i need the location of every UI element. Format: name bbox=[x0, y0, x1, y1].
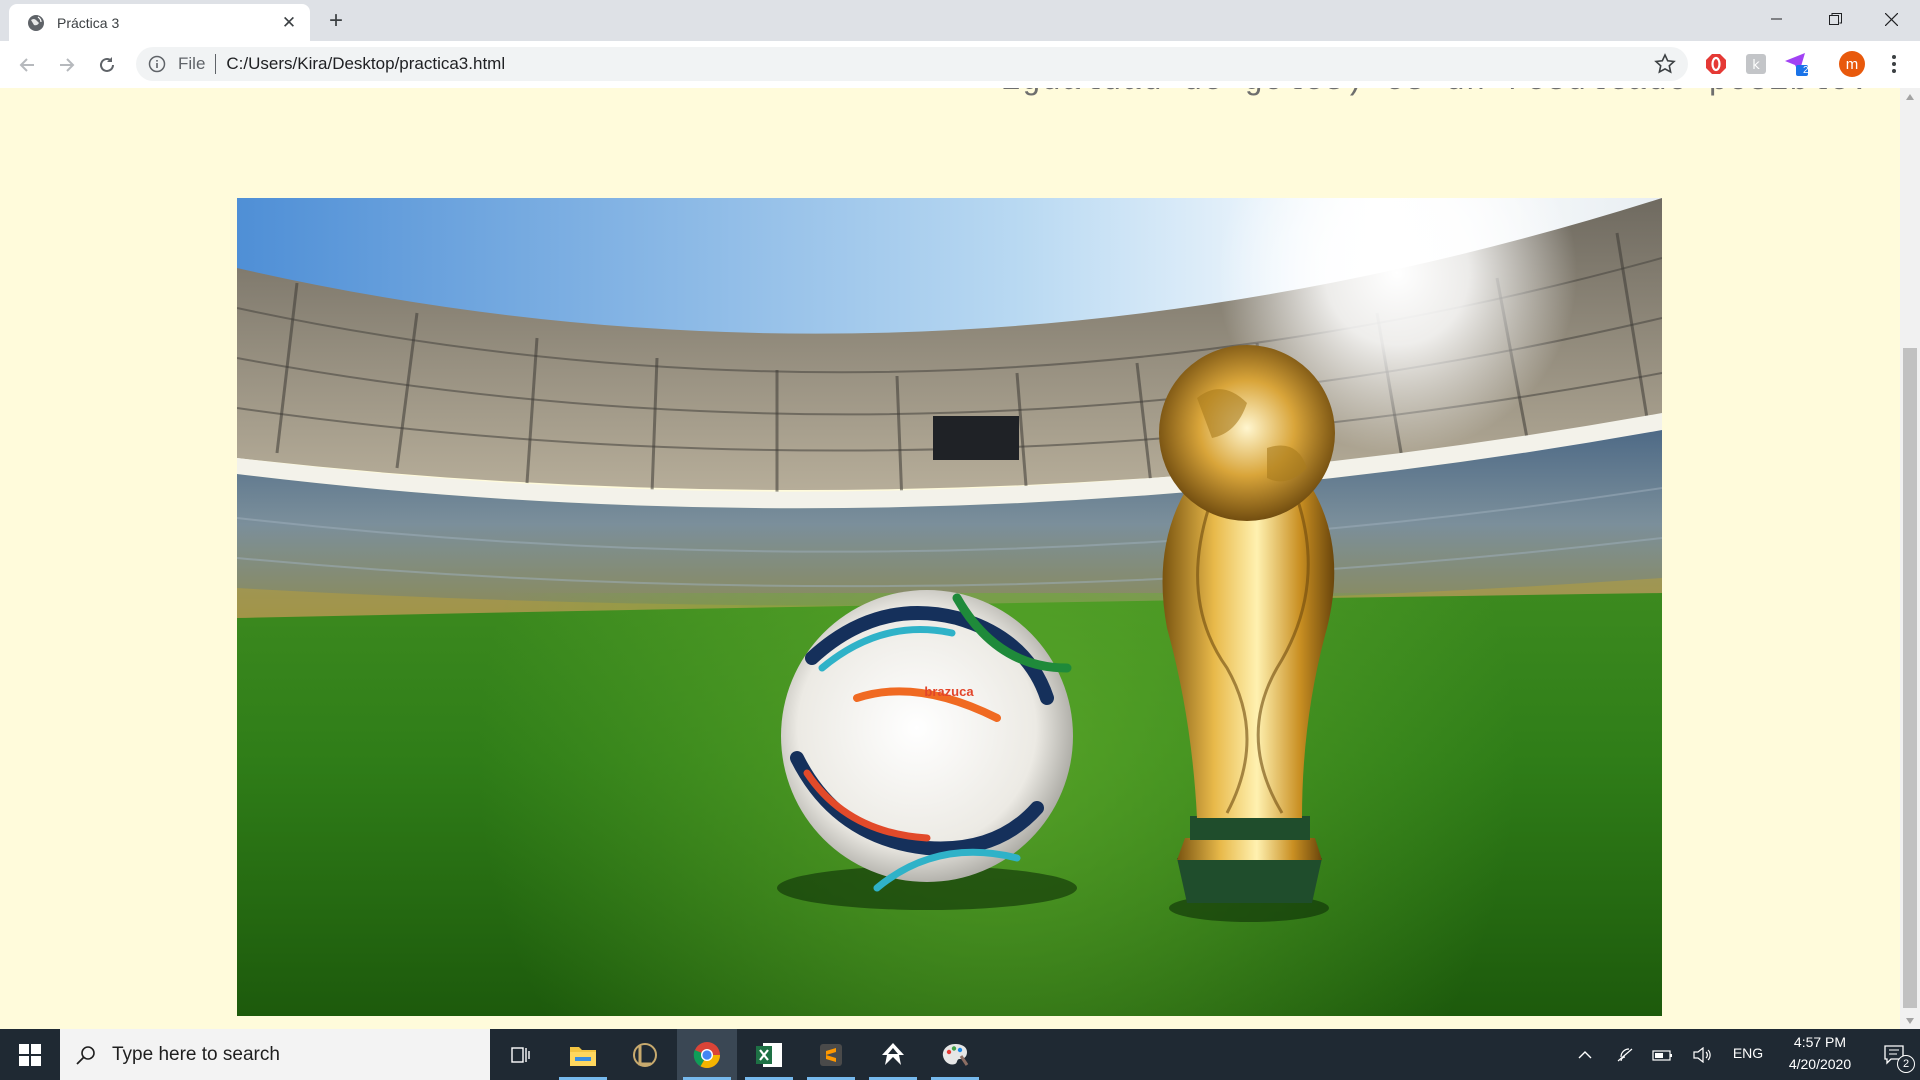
search-placeholder: Type here to search bbox=[112, 1043, 280, 1065]
url-text[interactable]: C:/Users/Kira/Desktop/practica3.html bbox=[226, 54, 1654, 74]
start-button[interactable] bbox=[0, 1029, 60, 1080]
tab-title: Práctica 3 bbox=[57, 14, 120, 31]
omnibox-divider bbox=[215, 54, 217, 74]
clock-date[interactable]: 4/20/2020 bbox=[1772, 1056, 1868, 1072]
extension-gray-icon[interactable]: k bbox=[1742, 50, 1770, 78]
excel-icon[interactable] bbox=[739, 1029, 799, 1080]
paint-icon[interactable] bbox=[925, 1029, 985, 1080]
profile-initial: m bbox=[1839, 51, 1865, 77]
page-viewport: igualdad de goles) es un resultado posib… bbox=[0, 88, 1900, 1029]
extension-badge: 2 bbox=[1803, 65, 1809, 76]
adblock-extension-icon[interactable] bbox=[1702, 50, 1730, 78]
minimize-icon[interactable] bbox=[1748, 0, 1806, 38]
search-icon bbox=[76, 1045, 95, 1065]
sublime-text-icon[interactable] bbox=[801, 1029, 861, 1080]
clock-time[interactable]: 4:57 PM bbox=[1772, 1034, 1868, 1050]
stadium-photo: brazuca bbox=[237, 198, 1662, 1016]
windows-taskbar: Type here to search ENG 4:57 PM 4/20/202… bbox=[0, 1029, 1920, 1080]
notification-count-badge: 2 bbox=[1897, 1055, 1915, 1073]
forward-icon[interactable] bbox=[53, 51, 81, 79]
action-center-icon[interactable]: 2 bbox=[1870, 1029, 1920, 1080]
url-scheme-label: File bbox=[178, 54, 206, 73]
file-explorer-icon[interactable] bbox=[553, 1029, 613, 1080]
battery-icon[interactable] bbox=[1648, 1029, 1678, 1080]
league-of-legends-icon[interactable] bbox=[615, 1029, 675, 1080]
profile-avatar[interactable]: m bbox=[1838, 50, 1866, 78]
back-icon[interactable] bbox=[13, 51, 41, 79]
volume-icon[interactable] bbox=[1688, 1029, 1718, 1080]
paragraph-text: igualdad de goles) es un resultado posib… bbox=[1001, 88, 1870, 99]
taskbar-search-box[interactable]: Type here to search bbox=[60, 1029, 490, 1080]
svg-text:k: k bbox=[1752, 58, 1760, 73]
ball-brand-text: brazuca bbox=[924, 684, 974, 699]
browser-tab[interactable]: Práctica 3 ✕ bbox=[9, 4, 310, 41]
send-extension-icon[interactable]: 2 bbox=[1782, 50, 1810, 78]
inkscape-icon[interactable] bbox=[863, 1029, 923, 1080]
close-window-icon[interactable] bbox=[1862, 0, 1920, 38]
restore-icon[interactable] bbox=[1806, 0, 1864, 38]
scrollbar-thumb[interactable] bbox=[1903, 348, 1917, 1008]
task-view-icon[interactable] bbox=[490, 1029, 550, 1080]
language-indicator[interactable]: ENG bbox=[1728, 1045, 1768, 1061]
address-bar[interactable]: File C:/Users/Kira/Desktop/practica3.htm… bbox=[136, 47, 1688, 81]
new-tab-icon[interactable]: + bbox=[322, 7, 350, 35]
menu-kebab-icon[interactable] bbox=[1880, 50, 1908, 78]
browser-toolbar: File C:/Users/Kira/Desktop/practica3.htm… bbox=[0, 41, 1920, 89]
info-icon[interactable] bbox=[148, 55, 166, 73]
page-scrollbar[interactable] bbox=[1900, 88, 1920, 1029]
scroll-up-arrow-icon[interactable] bbox=[1900, 88, 1920, 105]
show-hidden-icons-chevron-icon[interactable] bbox=[1570, 1029, 1600, 1080]
network-icon[interactable] bbox=[1610, 1029, 1640, 1080]
tab-close-icon[interactable]: ✕ bbox=[278, 12, 300, 34]
globe-icon bbox=[28, 14, 44, 31]
chrome-icon[interactable] bbox=[677, 1029, 737, 1080]
windows-logo-icon bbox=[19, 1043, 41, 1066]
bookmark-star-icon[interactable] bbox=[1654, 53, 1676, 75]
world-cup-hero-image: brazuca bbox=[237, 198, 1662, 1016]
reload-icon[interactable] bbox=[93, 51, 121, 79]
scroll-down-arrow-icon[interactable] bbox=[1900, 1012, 1920, 1029]
tab-strip: Práctica 3 ✕ + bbox=[0, 0, 1920, 41]
